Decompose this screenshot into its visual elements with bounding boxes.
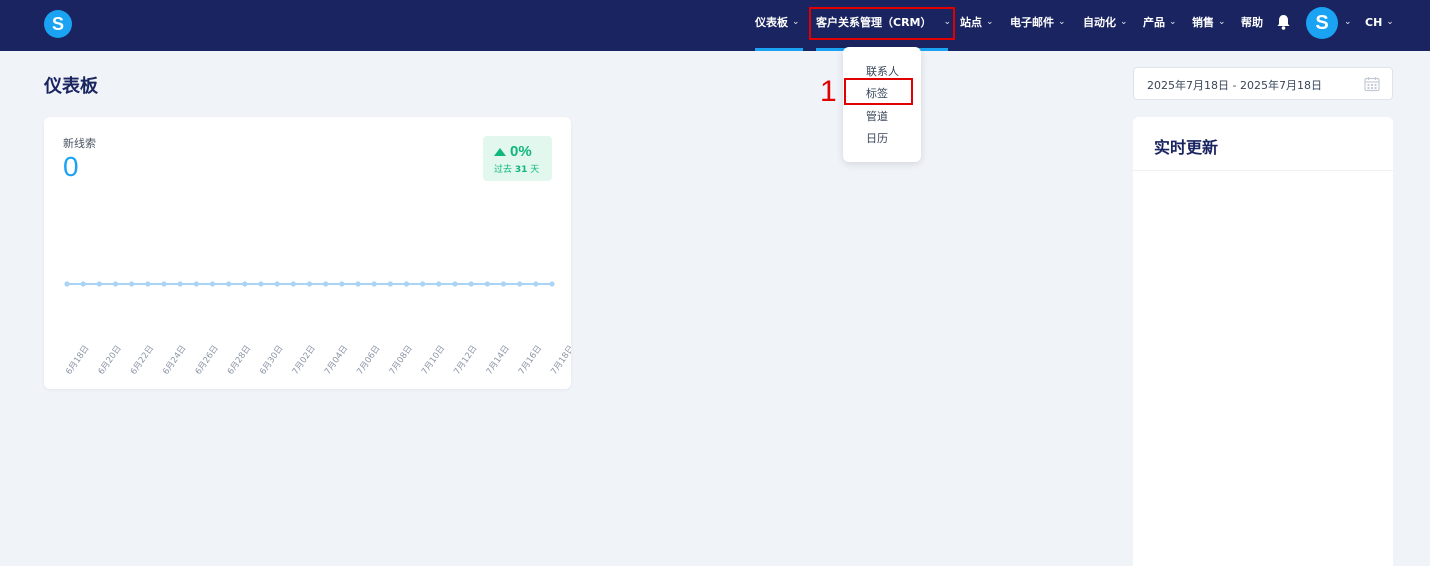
x-tick-label: 7月04日 [323,344,350,377]
nav-label: 自动化 [1083,16,1116,29]
data-point [145,281,151,287]
date-range-picker[interactable]: 2025年7月18日 - 2025年7月18日 [1133,67,1393,100]
data-point [226,281,232,287]
nav-label: 产品 [1143,16,1165,29]
x-tick-label: 7月10日 [420,344,447,377]
chevron-down-icon: ⌄ [1120,17,1128,27]
data-point [339,281,345,287]
language-selector[interactable]: CH ⌄ [1365,12,1394,32]
calendar-icon [1364,77,1380,92]
data-point [468,281,474,287]
data-point [355,281,361,287]
nav-automation[interactable]: 自动化 ⌄ [1083,12,1128,32]
nav-label: 销售 [1192,16,1214,29]
page-title: 仪表板 [44,76,98,97]
data-point [306,281,313,287]
x-tick-label: 6月26日 [194,344,221,377]
x-tick-label: 7月18日 [549,344,571,377]
data-point [323,281,329,287]
language-label: CH [1365,15,1383,29]
nav-label: 站点 [960,16,982,29]
new-leads-card: 新线索 0 0% 过去 31 天 6月18日 6月20日 6月22日 6月24日 6月2… [44,117,571,389]
data-point [500,281,507,287]
data-point [258,281,264,287]
chevron-down-icon: ⌄ [1169,17,1177,27]
divider [1133,170,1393,171]
chevron-down-icon: ⌄ [986,17,994,27]
chevron-down-icon: ⌄ [1218,17,1226,27]
data-point [242,281,248,287]
x-tick-label: 6月30日 [258,344,285,377]
data-point [436,281,442,287]
x-tick-label: 6月22日 [129,344,156,377]
x-tick-label: 7月12日 [452,344,479,377]
nav-label: 帮助 [1241,16,1263,29]
x-tick-label: 7月16日 [517,344,544,377]
nav-products[interactable]: 产品 ⌄ [1143,12,1177,32]
menu-item-calendar[interactable]: 日历 [866,130,888,146]
data-point [161,281,167,287]
crm-highlight-box [809,7,955,40]
data-point [80,281,86,287]
data-point [533,281,539,287]
menu-item-contacts[interactable]: 联系人 [866,63,899,79]
x-tick-label: 7月08日 [388,344,415,377]
avatar[interactable]: S [1306,7,1338,39]
data-point [517,281,523,287]
x-tick-label: 6月24日 [161,344,188,377]
data-point [484,281,490,287]
data-point [129,281,135,287]
data-point [177,281,183,287]
data-point [371,281,377,287]
annotation-marker: 1 [820,75,837,108]
nav-label: 电子邮件 [1010,16,1054,29]
nav-sales[interactable]: 销售 ⌄ [1192,12,1226,32]
menu-item-pipelines[interactable]: 管道 [866,108,888,124]
chevron-down-icon[interactable]: ⌄ [1344,12,1352,32]
chevron-down-icon: ⌄ [792,17,800,27]
date-range-text: 2025年7月18日 - 2025年7月18日 [1147,79,1322,92]
chevron-down-icon: ⌄ [1386,17,1394,27]
top-navbar: S 仪表板 ⌄ 客户关系管理（CRM） ⌄ 站点 ⌄ 电子邮件 ⌄ 自动化 ⌄ … [0,0,1430,51]
panel-title: 实时更新 [1154,138,1219,157]
nav-email[interactable]: 电子邮件 ⌄ [1010,12,1066,32]
data-point [96,281,102,287]
nav-active-indicator [755,48,803,51]
x-tick-label: 7月02日 [291,344,318,377]
data-point [452,281,458,287]
x-tick-label: 7月14日 [485,344,512,377]
x-tick-label: 6月20日 [97,344,124,377]
live-updates-panel: 实时更新 [1133,117,1393,566]
data-point [112,281,119,287]
data-point [549,281,555,287]
x-tick-label: 6月18日 [64,344,91,377]
data-point [274,281,280,287]
data-point [420,281,426,287]
data-point [290,281,296,287]
data-point [64,281,70,287]
bell-icon[interactable] [1276,14,1291,30]
data-point [193,281,199,287]
x-tick-label: 7月06日 [355,344,382,377]
logo-icon[interactable]: S [44,10,72,38]
nav-sites[interactable]: 站点 ⌄ [960,12,994,32]
tags-highlight-box [844,78,913,105]
leads-line-chart: 6月18日 6月20日 6月22日 6月24日 6月26日 6月28日 6月30日 7月02日… [64,281,571,377]
nav-help[interactable]: 帮助 [1241,12,1263,32]
data-point [403,281,410,287]
data-point [209,281,216,287]
data-point [387,281,393,287]
nav-label: 仪表板 [755,16,788,29]
nav-dashboard[interactable]: 仪表板 ⌄ [755,12,800,32]
x-tick-label: 6月28日 [226,344,253,377]
chevron-down-icon: ⌄ [1058,17,1066,27]
